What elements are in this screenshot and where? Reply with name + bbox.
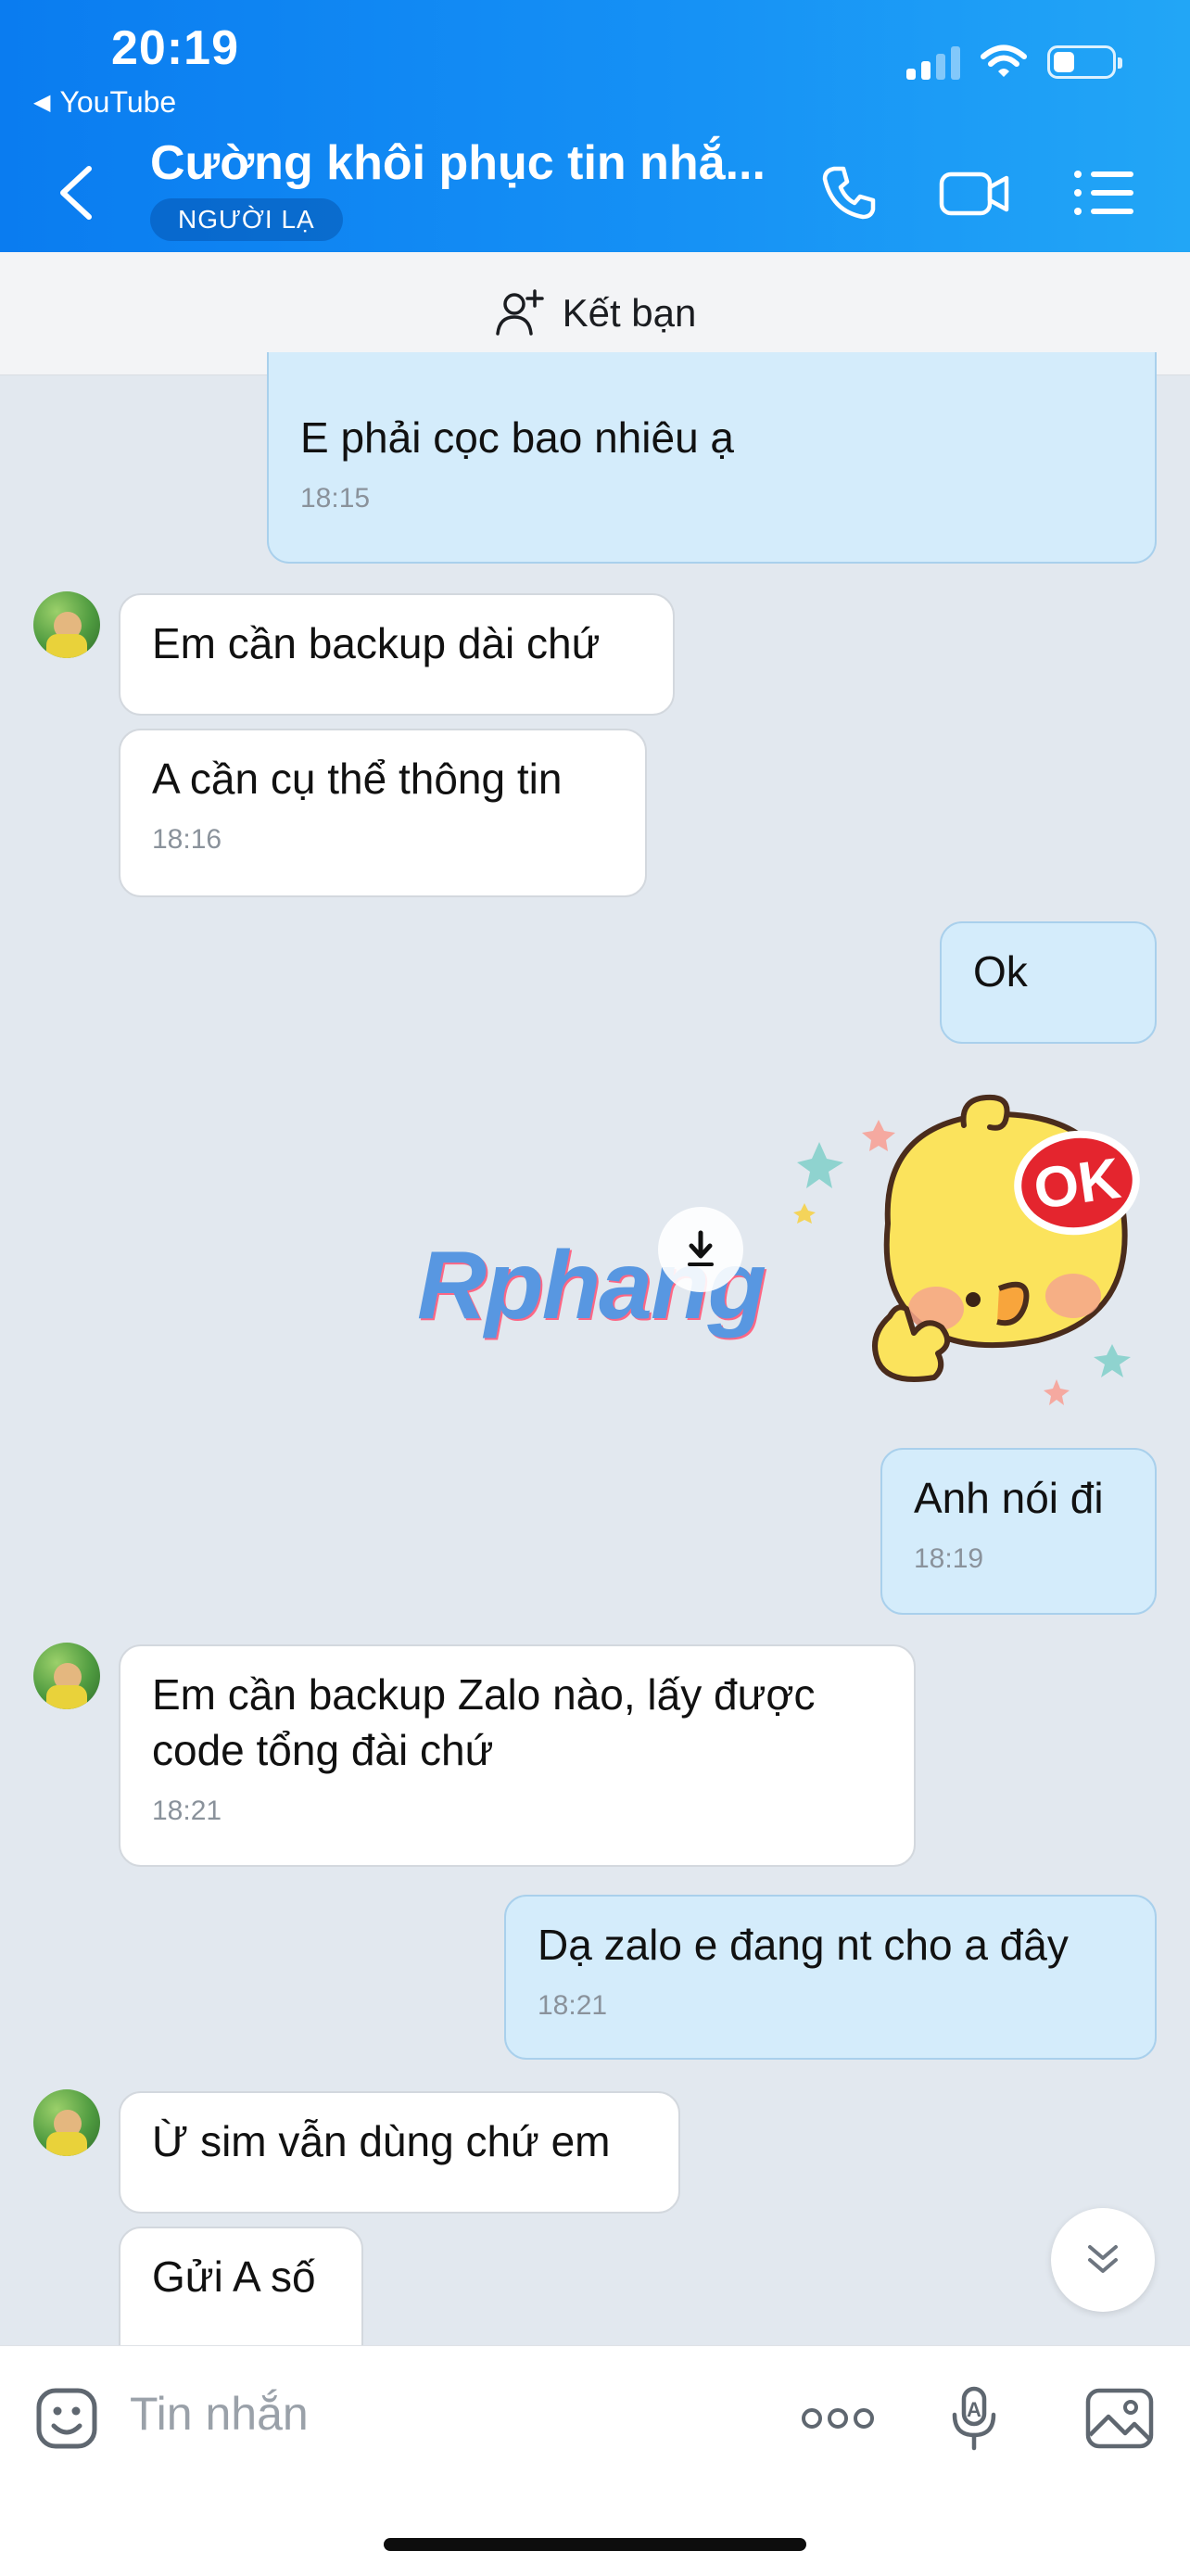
home-indicator[interactable] <box>384 2538 806 2551</box>
voice-text-icon[interactable]: A <box>936 2379 1014 2457</box>
avatar[interactable] <box>33 1643 100 1709</box>
message-text: Anh nói đi <box>914 1474 1104 1522</box>
message-bubble-outgoing[interactable]: E phải cọc bao nhiêu ạ 18:15 <box>267 352 1157 564</box>
message-bubble-incoming[interactable]: Ừ sim vẫn dùng chứ em <box>119 2091 680 2214</box>
status-time: 20:19 <box>111 21 239 75</box>
back-app-label: YouTube <box>59 85 177 119</box>
image-icon[interactable] <box>1081 2379 1158 2457</box>
emoji-icon[interactable] <box>28 2379 106 2457</box>
avatar[interactable] <box>33 591 100 658</box>
add-friend-label: Kết bạn <box>562 291 697 335</box>
message-text: E phải cọc bao nhiêu ạ <box>300 413 735 462</box>
message-text: Ok <box>973 947 1028 996</box>
double-chevron-down-icon <box>1088 2245 1118 2273</box>
message-time: 18:15 <box>300 483 371 514</box>
chat-title[interactable]: Cường khôi phục tin nhắ... <box>150 135 766 191</box>
message-text: Em cần backup dài chứ <box>152 619 601 667</box>
message-bubble-incoming[interactable]: Em cần backup dài chứ <box>119 593 675 716</box>
video-call-icon[interactable] <box>938 156 1012 230</box>
download-icon <box>688 1230 714 1266</box>
message-text: Dạ zalo e đang nt cho a đây <box>538 1921 1069 1969</box>
message-bubble-incoming[interactable]: Em cần backup Zalo nào, lấy được code tổ… <box>119 1644 916 1867</box>
download-sticker-button[interactable] <box>658 1207 743 1292</box>
message-time: 18:19 <box>914 1543 984 1574</box>
menu-list-icon[interactable] <box>1068 156 1142 230</box>
back-to-app-link[interactable]: ◀ YouTube <box>33 85 176 120</box>
message-bubble-outgoing[interactable]: Dạ zalo e đang nt cho a đây 18:21 <box>504 1895 1157 2060</box>
message-time: 18:16 <box>152 824 222 855</box>
sticker-text: OK <box>1030 1147 1124 1222</box>
add-friend-icon <box>495 289 544 336</box>
wifi-icon <box>981 44 1027 77</box>
message-text: Em cần backup Zalo nào, lấy được code tổ… <box>152 1670 816 1774</box>
message-bubble-outgoing[interactable]: Ok <box>940 921 1157 1044</box>
message-input[interactable]: Tin nhắn <box>130 2387 309 2441</box>
more-icon[interactable] <box>799 2379 877 2457</box>
svg-text:A: A <box>967 2398 981 2421</box>
ok-sticker[interactable]: OK <box>779 1094 1168 1428</box>
message-text: Gửi A số <box>152 2252 316 2301</box>
back-triangle-icon: ◀ <box>33 90 51 115</box>
battery-icon <box>1047 45 1122 79</box>
phone-icon[interactable] <box>812 156 886 230</box>
message-bubble-outgoing[interactable]: Anh nói đi 18:19 <box>880 1448 1157 1615</box>
back-icon[interactable] <box>54 163 100 222</box>
stranger-badge: NGƯỜI LẠ <box>150 198 343 241</box>
message-text: Ừ sim vẫn dùng chứ em <box>152 2117 611 2165</box>
message-time: 18:21 <box>152 1796 222 1826</box>
status-icons <box>906 44 1122 80</box>
chat-header: 20:19 ◀ YouTube Cường khôi phục tin nhắ.… <box>0 0 1190 252</box>
message-bubble-incoming[interactable]: A cần cụ thể thông tin 18:16 <box>119 729 647 897</box>
message-time: 18:21 <box>538 1990 608 2021</box>
avatar[interactable] <box>33 2089 100 2156</box>
cellular-signal-icon <box>906 44 960 80</box>
scroll-to-bottom-button[interactable] <box>1051 2208 1155 2312</box>
message-text: A cần cụ thể thông tin <box>152 755 563 803</box>
